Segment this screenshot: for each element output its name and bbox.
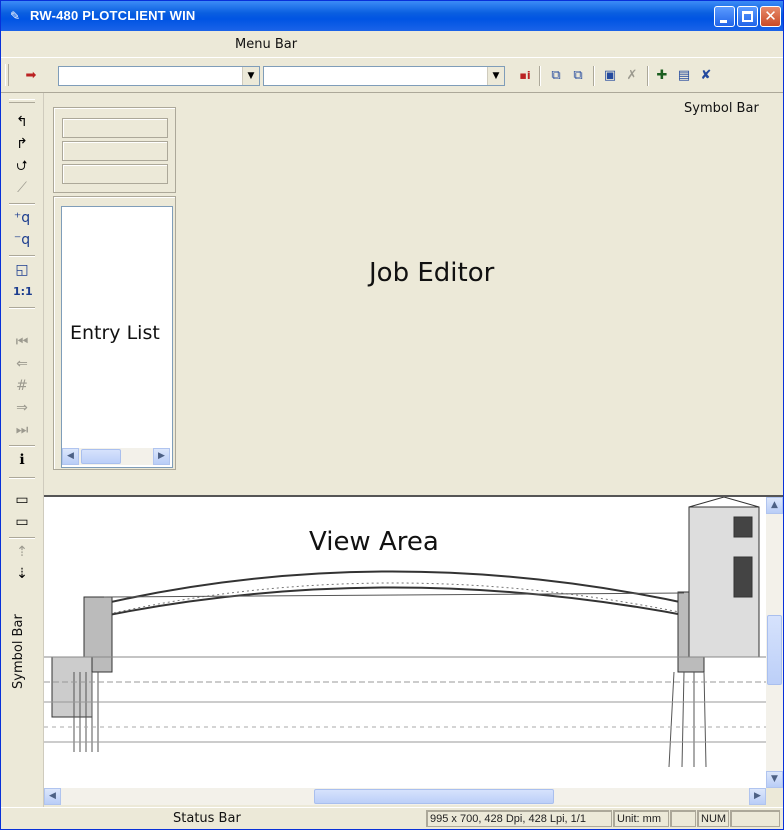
toolbar-separator <box>539 66 541 86</box>
properties-group <box>53 107 176 193</box>
last-icon[interactable]: ⏭ <box>13 421 31 439</box>
symbolbar-separator <box>9 537 35 539</box>
window-bottom-icon[interactable]: ▭ <box>13 513 31 531</box>
symbolbar-grip[interactable] <box>9 99 35 103</box>
save-icon[interactable]: ▣ <box>601 67 619 85</box>
printer-combo[interactable]: ▼ <box>263 66 505 86</box>
maximize-button[interactable] <box>737 6 758 27</box>
window-top-icon[interactable]: ▭ <box>13 491 31 509</box>
copy-icon[interactable]: ⧉ <box>547 67 565 85</box>
symbolbar-separator <box>9 445 35 447</box>
scroll-right-icon[interactable]: ▶ <box>153 448 170 465</box>
toolbar-separator <box>647 66 649 86</box>
symbol-bar-top-label: Symbol Bar <box>684 101 759 116</box>
view-vscroll-thumb[interactable] <box>767 615 782 685</box>
entry-list-scroll-thumb[interactable] <box>81 449 121 464</box>
symbol-bar-left-label: Symbol Bar <box>11 614 26 689</box>
scroll-up-icon[interactable]: ▲ <box>766 497 783 514</box>
minimize-icon <box>720 20 727 23</box>
property-field-3[interactable] <box>62 164 168 184</box>
application-window: ✎ RW-480 PLOTCLIENT WIN ✕ Menu Bar ➡ ▼ ▼… <box>0 0 784 830</box>
scroll-left-icon[interactable]: ◀ <box>44 788 61 805</box>
page-icon[interactable]: # <box>13 377 31 395</box>
close-icon: ✕ <box>764 7 777 25</box>
symbolbar-separator <box>9 203 35 205</box>
entry-list-hscrollbar[interactable]: ◀ ▶ <box>62 448 170 465</box>
symbolbar-separator <box>9 255 35 257</box>
next-icon[interactable]: ⇒ <box>13 399 31 417</box>
view-hscroll-thumb[interactable] <box>314 789 554 804</box>
add-icon[interactable]: ✚ <box>653 67 671 85</box>
zoom-out-icon[interactable]: ⁻q <box>13 231 31 249</box>
move-up-icon[interactable]: ⇡ <box>13 543 31 561</box>
status-empty-panel <box>670 810 696 827</box>
status-image-info: 995 x 700, 428 Dpi, 428 Lpi, 1/1 <box>426 810 612 827</box>
remove-icon[interactable]: ✘ <box>697 67 715 85</box>
title-bar[interactable]: ✎ RW-480 PLOTCLIENT WIN ✕ <box>1 1 783 31</box>
menu-bar[interactable]: Menu Bar <box>1 31 783 58</box>
entry-list-label: Entry List <box>70 322 160 344</box>
symbolbar-separator <box>9 307 35 309</box>
close-button[interactable]: ✕ <box>760 6 781 27</box>
move-down-icon[interactable]: ⇣ <box>13 565 31 583</box>
info-icon[interactable]: ℹ <box>13 451 31 469</box>
property-field-2[interactable] <box>62 141 168 161</box>
chevron-down-icon[interactable]: ▼ <box>242 67 259 85</box>
status-num: NUM <box>697 810 729 827</box>
chevron-down-icon[interactable]: ▼ <box>487 67 504 85</box>
scroll-corner <box>766 788 783 805</box>
job-editor-label: Job Editor <box>369 258 495 288</box>
app-icon[interactable]: ✎ <box>10 9 24 23</box>
zoom-in-icon[interactable]: ⁺q <box>13 209 31 227</box>
zoom-window-icon[interactable]: ◱ <box>13 261 31 279</box>
scroll-right-icon[interactable]: ▶ <box>749 788 766 805</box>
status-unit: Unit: mm <box>613 810 669 827</box>
view-area[interactable]: View Area ▲ ▼ ◀ ▶ <box>44 497 783 805</box>
minimize-button[interactable] <box>714 6 735 27</box>
entry-list[interactable]: Entry List ◀ ▶ <box>61 206 173 468</box>
rotate-icon[interactable]: ⮍ <box>13 157 31 175</box>
status-empty-panel-2 <box>730 810 780 827</box>
symbolbar-separator <box>9 477 35 479</box>
edit-icon[interactable]: ▤ <box>675 67 693 85</box>
maximize-icon <box>742 11 753 22</box>
first-icon[interactable]: ⏮ <box>13 333 31 351</box>
toolbar-separator <box>593 66 595 86</box>
prev-icon[interactable]: ⇐ <box>13 355 31 373</box>
menu-bar-label: Menu Bar <box>235 37 298 52</box>
status-bar-label: Status Bar <box>173 811 241 826</box>
view-area-label: View Area <box>309 527 439 557</box>
toolbar-grip[interactable] <box>5 64 9 86</box>
mirror-icon[interactable]: ⟋ <box>13 179 31 197</box>
view-hscrollbar[interactable]: ◀ ▶ <box>44 788 766 805</box>
window-title: RW-480 PLOTCLIENT WIN <box>30 8 196 23</box>
paste-icon[interactable]: ⧉ <box>569 67 587 85</box>
status-bar: Status Bar 995 x 700, 428 Dpi, 428 Lpi, … <box>1 807 783 829</box>
view-vscrollbar[interactable]: ▲ ▼ <box>766 497 783 788</box>
symbol-bar-left: ↰ ↱ ⮍ ⟋ ⁺q ⁻q ◱ 1:1 ⏮ ⇐ # ⇒ ⏭ ℹ ▭ ▭ ⇡ ⇣ … <box>1 93 44 807</box>
delete-icon[interactable]: ✗ <box>623 67 641 85</box>
go-icon[interactable]: ➡ <box>22 67 40 85</box>
info-icon[interactable]: ▪i <box>516 67 534 85</box>
undo-icon[interactable]: ↰ <box>13 113 31 131</box>
zoom-1to1-icon[interactable]: 1:1 <box>13 283 33 301</box>
scroll-left-icon[interactable]: ◀ <box>62 448 79 465</box>
job-combo[interactable]: ▼ <box>58 66 260 86</box>
scroll-down-icon[interactable]: ▼ <box>766 771 783 788</box>
property-field-1[interactable] <box>62 118 168 138</box>
toolbar: ➡ ▼ ▼ ▪i ⧉ ⧉ ▣ ✗ ✚ ▤ ✘ <box>1 58 783 93</box>
redo-icon[interactable]: ↱ <box>13 135 31 153</box>
